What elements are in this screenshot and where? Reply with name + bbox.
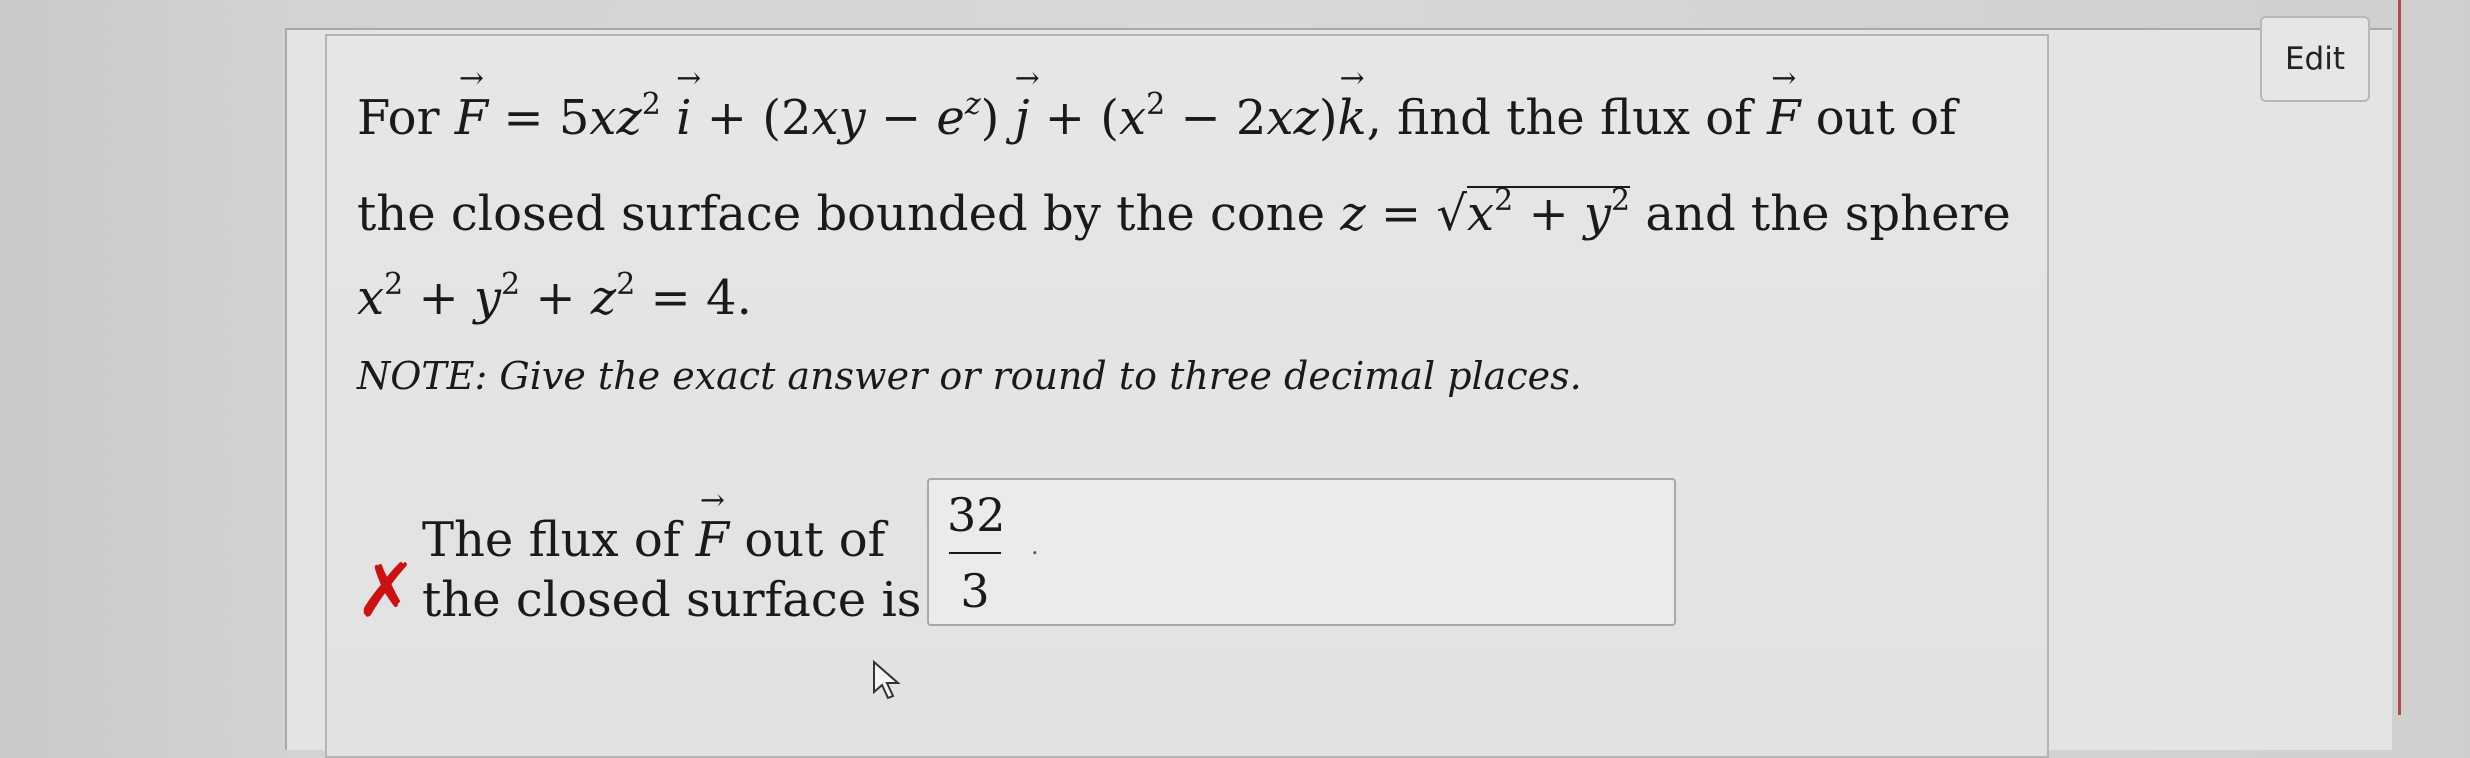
unit-vector-k: k: [1338, 64, 1367, 142]
math-var: xz: [1266, 90, 1319, 146]
question-text: = 4.: [650, 270, 752, 326]
edit-button[interactable]: Edit: [2260, 16, 2370, 102]
math-var: y: [473, 270, 502, 326]
vector-f: F: [696, 486, 730, 564]
answer-text: The flux of: [422, 512, 681, 568]
question-text: +: [418, 270, 459, 326]
exponent: 2: [501, 267, 521, 302]
question-text: −: [880, 90, 922, 146]
question-text: = 5: [503, 90, 590, 146]
exponent: 2: [641, 87, 661, 122]
vector-f: F: [1767, 64, 1801, 142]
unit-vector-j: j: [1015, 64, 1030, 142]
question-line-2: the closed surface bounded by the cone z…: [357, 183, 2011, 239]
sqrt-icon: √: [1436, 186, 1467, 242]
question-text: +: [535, 270, 576, 326]
math-var: e: [936, 90, 965, 146]
answer-label-line-2: the closed surface is: [422, 572, 922, 628]
fraction-denominator: 3: [960, 564, 990, 618]
exponent: 2: [384, 267, 404, 302]
question-text: + (2: [706, 90, 812, 146]
answer-label-line-1: The flux of F out of: [422, 486, 885, 564]
question-text: For: [357, 90, 440, 146]
question-text: and the sphere: [1645, 186, 2011, 242]
question-text: , find the flux of: [1366, 90, 1752, 146]
sqrt-radicand: x2 + y2: [1467, 183, 1631, 238]
math-var: xz: [589, 90, 642, 146]
accent-divider: [2398, 0, 2401, 715]
question-line-1: For F = 5xz2 i + (2xy − ez) j + (x2 − 2x…: [357, 64, 1957, 142]
question-text: the closed surface bounded by the cone: [357, 186, 1326, 242]
question-text: ): [1318, 90, 1338, 146]
question-text: ): [980, 90, 1000, 146]
question-text: +: [1528, 186, 1569, 242]
math-var: z: [1340, 186, 1366, 242]
question-box: For F = 5xz2 i + (2xy − ez) j + (x2 − 2x…: [325, 34, 2049, 758]
math-var: xy: [811, 90, 866, 146]
exponent: 2: [1146, 87, 1166, 122]
question-line-3: x2 + y2 + z2 = 4.: [357, 270, 752, 323]
math-var: x: [1119, 90, 1147, 146]
answer-text: out of: [744, 512, 886, 568]
exponent: 2: [1494, 183, 1514, 218]
answer-fraction: 32 3: [947, 488, 1006, 618]
input-trailing-dot: .: [1031, 532, 1039, 560]
question-text: out of: [1815, 90, 1957, 146]
mouse-pointer-icon: [872, 659, 904, 704]
answer-input[interactable]: 32 3 .: [927, 478, 1676, 626]
math-var: x: [357, 270, 385, 326]
incorrect-x-icon: ✗: [355, 548, 418, 634]
unit-vector-i: i: [676, 64, 692, 142]
vector-f: F: [455, 64, 489, 142]
question-text: + (: [1044, 90, 1119, 146]
question-text: − 2: [1180, 90, 1267, 146]
exponent: z: [964, 87, 981, 122]
exponent: 2: [616, 267, 636, 302]
question-text: =: [1380, 186, 1422, 242]
math-var: z: [590, 270, 617, 326]
fraction-numerator: 32: [947, 488, 1006, 542]
math-var: x: [1467, 186, 1495, 242]
math-var: y: [1583, 186, 1612, 242]
exponent: 2: [1611, 183, 1631, 218]
note-text: NOTE: Give the exact answer or round to …: [357, 354, 1582, 398]
